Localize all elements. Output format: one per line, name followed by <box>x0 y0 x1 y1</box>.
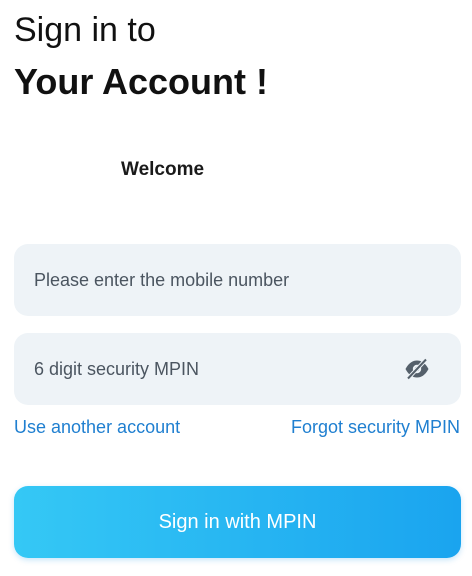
eye-off-icon[interactable] <box>403 355 431 383</box>
page-title-line-1: Sign in to <box>14 11 156 49</box>
mpin-input[interactable] <box>14 333 461 405</box>
use-another-account-link[interactable]: Use another account <box>14 414 180 440</box>
mpin-field <box>14 333 461 405</box>
mobile-number-field <box>14 244 461 316</box>
welcome-text: Welcome <box>121 159 205 180</box>
sign-in-mpin-button[interactable]: Sign in with MPIN <box>14 486 461 558</box>
page-title-line-2: Your Account ! <box>14 61 268 102</box>
mobile-number-input[interactable] <box>14 244 461 316</box>
forgot-mpin-link[interactable]: Forgot security MPIN <box>291 414 460 440</box>
